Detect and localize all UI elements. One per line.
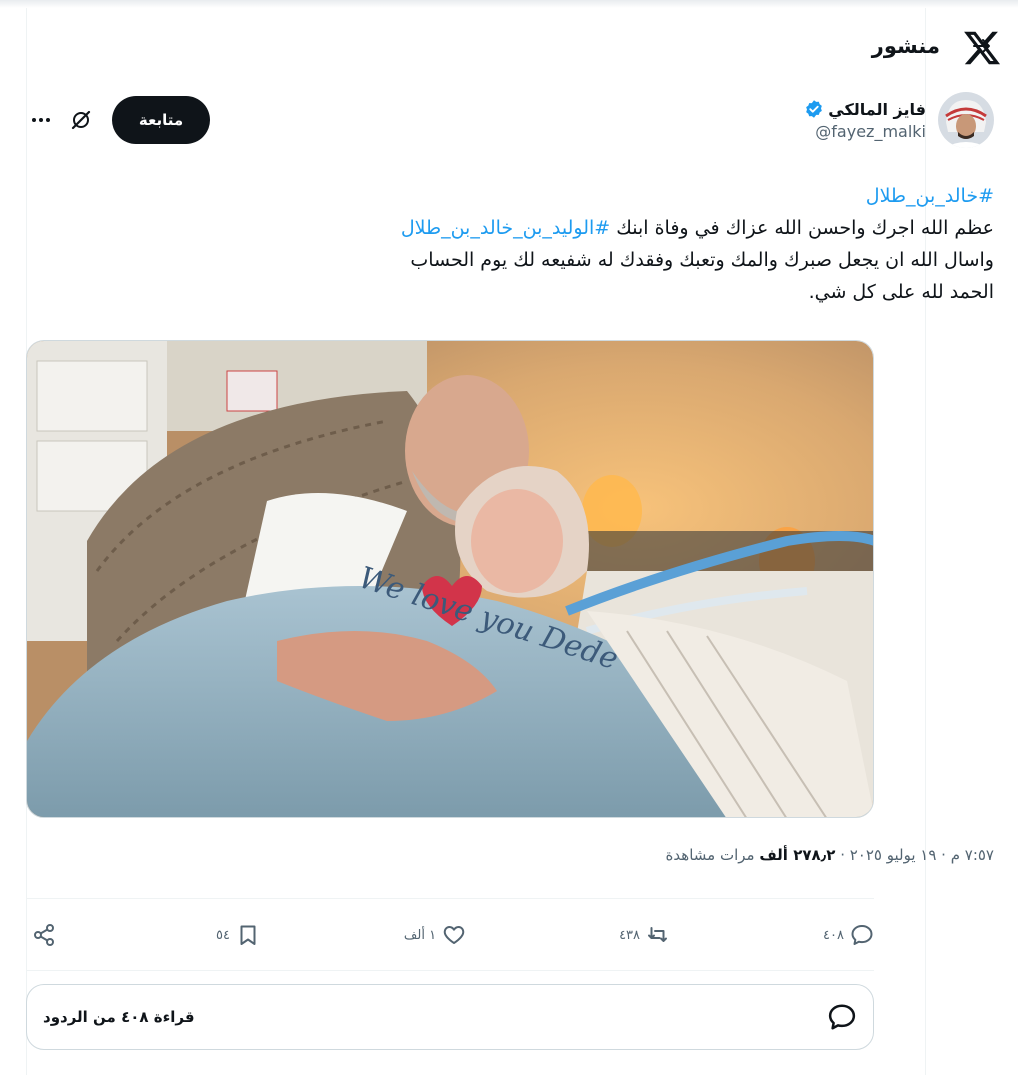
heart-icon [443,926,465,944]
bookmark-icon [240,925,256,945]
action-bar: ٤٠٨ ٤٣٨ ١ ألف ٥٤ [26,918,874,952]
photo-illustration: We love you Dede [27,341,873,817]
post-actions-top: متابعة [26,96,210,144]
read-replies-button[interactable]: قراءة ٤٠٨ من الردود [26,984,874,1050]
follow-button[interactable]: متابعة [112,96,210,144]
bookmark-count: ٥٤ [215,927,230,943]
grok-button[interactable] [66,105,96,135]
post-photo[interactable]: We love you Dede [26,340,874,818]
like-count: ١ ألف [403,927,437,943]
author-block: فايز المالكي @fayez_malki [804,92,994,148]
reply-bubble-icon [828,1004,856,1030]
grok-icon [71,110,91,130]
tweet-line: عظم الله اجرك واحسن الله عزاك في وفاة اب… [610,217,994,239]
repost-count: ٤٣٨ [619,927,641,943]
tweet-text: #خالد_بن_طلال عظم الله اجرك واحسن الله ع… [294,180,994,308]
bookmark-button[interactable]: ٥٤ [200,923,260,947]
back-arrow-icon[interactable] [970,34,994,58]
divider [26,970,874,971]
like-button[interactable]: ١ ألف [404,923,466,947]
verified-badge-icon [806,100,823,118]
tweet-line: الحمد لله على كل شي. [808,281,994,303]
share-icon [34,924,54,946]
repost-icon [648,927,668,942]
author-name[interactable]: فايز المالكي [828,100,926,119]
share-button[interactable] [26,923,56,947]
top-shadow [0,0,1018,8]
author-handle[interactable]: @fayez_malki [815,122,926,141]
hashtag-link[interactable]: #الوليد_بن_خالد_بن_طلال [401,217,610,239]
reply-count: ٤٠٨ [823,927,844,943]
view-count: ٢٧٨٫٢ ألف [759,846,836,864]
post-header: منشور [872,26,994,66]
page-title: منشور [871,34,940,58]
divider [26,898,874,899]
post-timestamp: ٧:٥٧ م · ١٩ يوليو ٢٠٢٥ · ٢٧٨٫٢ ألف مرات … [666,846,994,864]
more-options-button[interactable] [26,105,56,135]
views-label: مرات مشاهدة [665,846,760,864]
read-replies-label: قراءة ٤٠٨ من الردود [43,1008,195,1026]
reply-icon [851,925,873,945]
avatar[interactable] [938,92,994,148]
reply-button[interactable]: ٤٠٨ [814,923,874,947]
tweet-line: واسال الله ان يجعل صبرك والمك وتعبك وفقد… [410,249,994,271]
hashtag-link[interactable]: #خالد_بن_طلال [866,185,994,207]
repost-button[interactable]: ٤٣٨ [610,923,670,947]
more-dots-icon [32,118,50,122]
time-date[interactable]: ٧:٥٧ م · ١٩ يوليو ٢٠٢٥ · [835,846,994,864]
